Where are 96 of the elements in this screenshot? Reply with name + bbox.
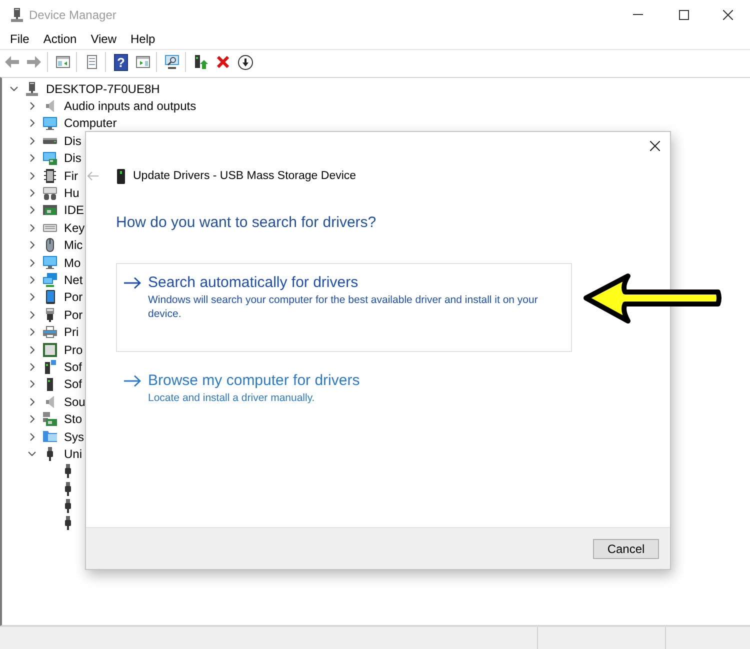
forward-arrow-icon[interactable] — [27, 56, 41, 68]
tree-item[interactable]: Sys — [64, 430, 84, 444]
maximize-icon[interactable] — [679, 10, 689, 20]
panel-window-icon[interactable] — [56, 56, 70, 68]
tree-item[interactable]: Net — [64, 272, 83, 287]
chevron-right-icon[interactable] — [28, 258, 36, 267]
arrow-right-icon — [124, 375, 141, 387]
menu-item[interactable]: File — [10, 31, 30, 47]
usb-plug-icon — [65, 499, 71, 514]
device-component-icon — [44, 360, 56, 374]
tower-icon — [47, 378, 53, 391]
usb-plug-icon — [47, 446, 53, 461]
tree-item[interactable]: Pro — [64, 342, 83, 357]
usb-plug-icon — [65, 482, 71, 496]
connector-icon — [46, 308, 54, 322]
menu-item[interactable]: Action — [43, 31, 77, 47]
window-title: Device Manager — [29, 8, 116, 22]
disk-drive-icon — [43, 138, 57, 144]
chevron-right-icon[interactable] — [28, 432, 36, 440]
tree-item[interactable]: Mic — [64, 238, 83, 252]
tree-item[interactable]: Dis — [64, 134, 82, 148]
controller-card-icon — [43, 205, 57, 216]
tree-item[interactable]: IDE — [64, 203, 84, 218]
chevron-right-icon[interactable] — [28, 189, 36, 198]
monitor-icon — [43, 116, 57, 130]
tree-item[interactable]: DESKTOP-7F0UE8H — [46, 82, 160, 96]
tree-item[interactable]: Mo — [64, 256, 81, 270]
chevron-right-icon[interactable] — [28, 136, 36, 145]
device-up-arrow-icon[interactable] — [194, 55, 208, 69]
back-arrow-icon[interactable] — [5, 56, 19, 68]
tree-item[interactable]: Por — [64, 308, 83, 322]
cross-icon[interactable] — [217, 56, 229, 68]
chevron-right-icon[interactable] — [28, 293, 36, 302]
document-icon[interactable] — [87, 55, 97, 69]
tree-item[interactable]: Computer — [64, 116, 117, 130]
network-icon — [43, 272, 57, 287]
tree-item[interactable]: Sto — [64, 412, 82, 426]
chevron-right-icon[interactable] — [28, 276, 36, 284]
command-link[interactable]: Search automatically for drivers Windows will search your computer for the best available driver and install it on your device. — [116, 263, 572, 352]
usb-plug-icon — [65, 464, 71, 478]
menu-item[interactable]: Help — [130, 31, 156, 47]
dialog-title: Update Drivers - USB Mass Storage Device — [133, 170, 356, 182]
cancel-button[interactable]: Cancel — [593, 538, 659, 558]
speaker-icon — [46, 100, 54, 112]
tree-item[interactable]: Uni — [64, 446, 82, 461]
storage-controller-icon — [43, 412, 57, 426]
dialog-heading: How do you want to search for drivers? — [116, 213, 376, 233]
chevron-right-icon[interactable] — [28, 172, 36, 180]
arrow-right-icon — [124, 277, 141, 289]
chevron-down-icon[interactable] — [28, 450, 36, 458]
display-adapter-icon — [43, 152, 57, 165]
speaker-icon — [46, 396, 54, 408]
chevron-right-icon[interactable] — [28, 328, 36, 336]
usb-drive-icon — [117, 168, 125, 184]
processor-icon — [43, 342, 57, 357]
chip-icon — [44, 168, 56, 183]
monitor-search-icon[interactable] — [165, 55, 179, 69]
chevron-right-icon[interactable] — [28, 241, 36, 250]
keyboard-mouse-icon — [43, 186, 57, 200]
tree-item[interactable]: Sof — [64, 377, 82, 392]
callout-arrow-icon — [582, 272, 722, 325]
chevron-right-icon[interactable] — [28, 310, 36, 319]
chevron-right-icon[interactable] — [28, 415, 36, 424]
tree-item[interactable]: Hu — [64, 186, 80, 200]
down-arrow-circle-icon[interactable] — [238, 54, 252, 70]
chevron-right-icon[interactable] — [28, 380, 36, 388]
chevron-right-icon[interactable] — [28, 398, 36, 406]
computer-tower-icon — [26, 82, 38, 96]
tree-item[interactable]: Pri — [64, 325, 79, 340]
close-icon[interactable] — [723, 10, 733, 20]
tree-item[interactable]: Por — [64, 290, 83, 304]
printer-icon — [43, 326, 57, 338]
close-icon[interactable] — [650, 141, 660, 151]
tablet-icon — [46, 290, 54, 304]
chevron-right-icon[interactable] — [28, 224, 36, 232]
help-button[interactable]: ? — [114, 54, 128, 70]
tree-item[interactable]: Dis — [64, 151, 82, 166]
tree-item[interactable]: Audio inputs and outputs — [64, 99, 196, 114]
tree-item[interactable]: Sou — [64, 394, 86, 409]
menu-item[interactable]: View — [90, 31, 116, 47]
chevron-right-icon[interactable] — [28, 119, 36, 128]
keyboard-icon — [43, 224, 57, 232]
tree-item[interactable]: Sof — [64, 360, 82, 374]
mouse-icon — [46, 238, 54, 252]
chevron-right-icon[interactable] — [28, 102, 36, 110]
usb-plug-icon — [65, 516, 71, 530]
chevron-right-icon[interactable] — [28, 154, 36, 162]
chevron-right-icon[interactable] — [28, 362, 36, 371]
tree-item[interactable]: Key — [64, 220, 85, 235]
monitor-icon — [43, 256, 57, 270]
chevron-right-icon[interactable] — [28, 346, 36, 354]
chevron-right-icon[interactable] — [28, 206, 36, 214]
system-folder-icon — [43, 431, 57, 442]
computer-tower-icon — [11, 8, 23, 22]
chevron-down-icon[interactable] — [10, 84, 18, 93]
tree-item[interactable]: Fir — [64, 168, 78, 183]
